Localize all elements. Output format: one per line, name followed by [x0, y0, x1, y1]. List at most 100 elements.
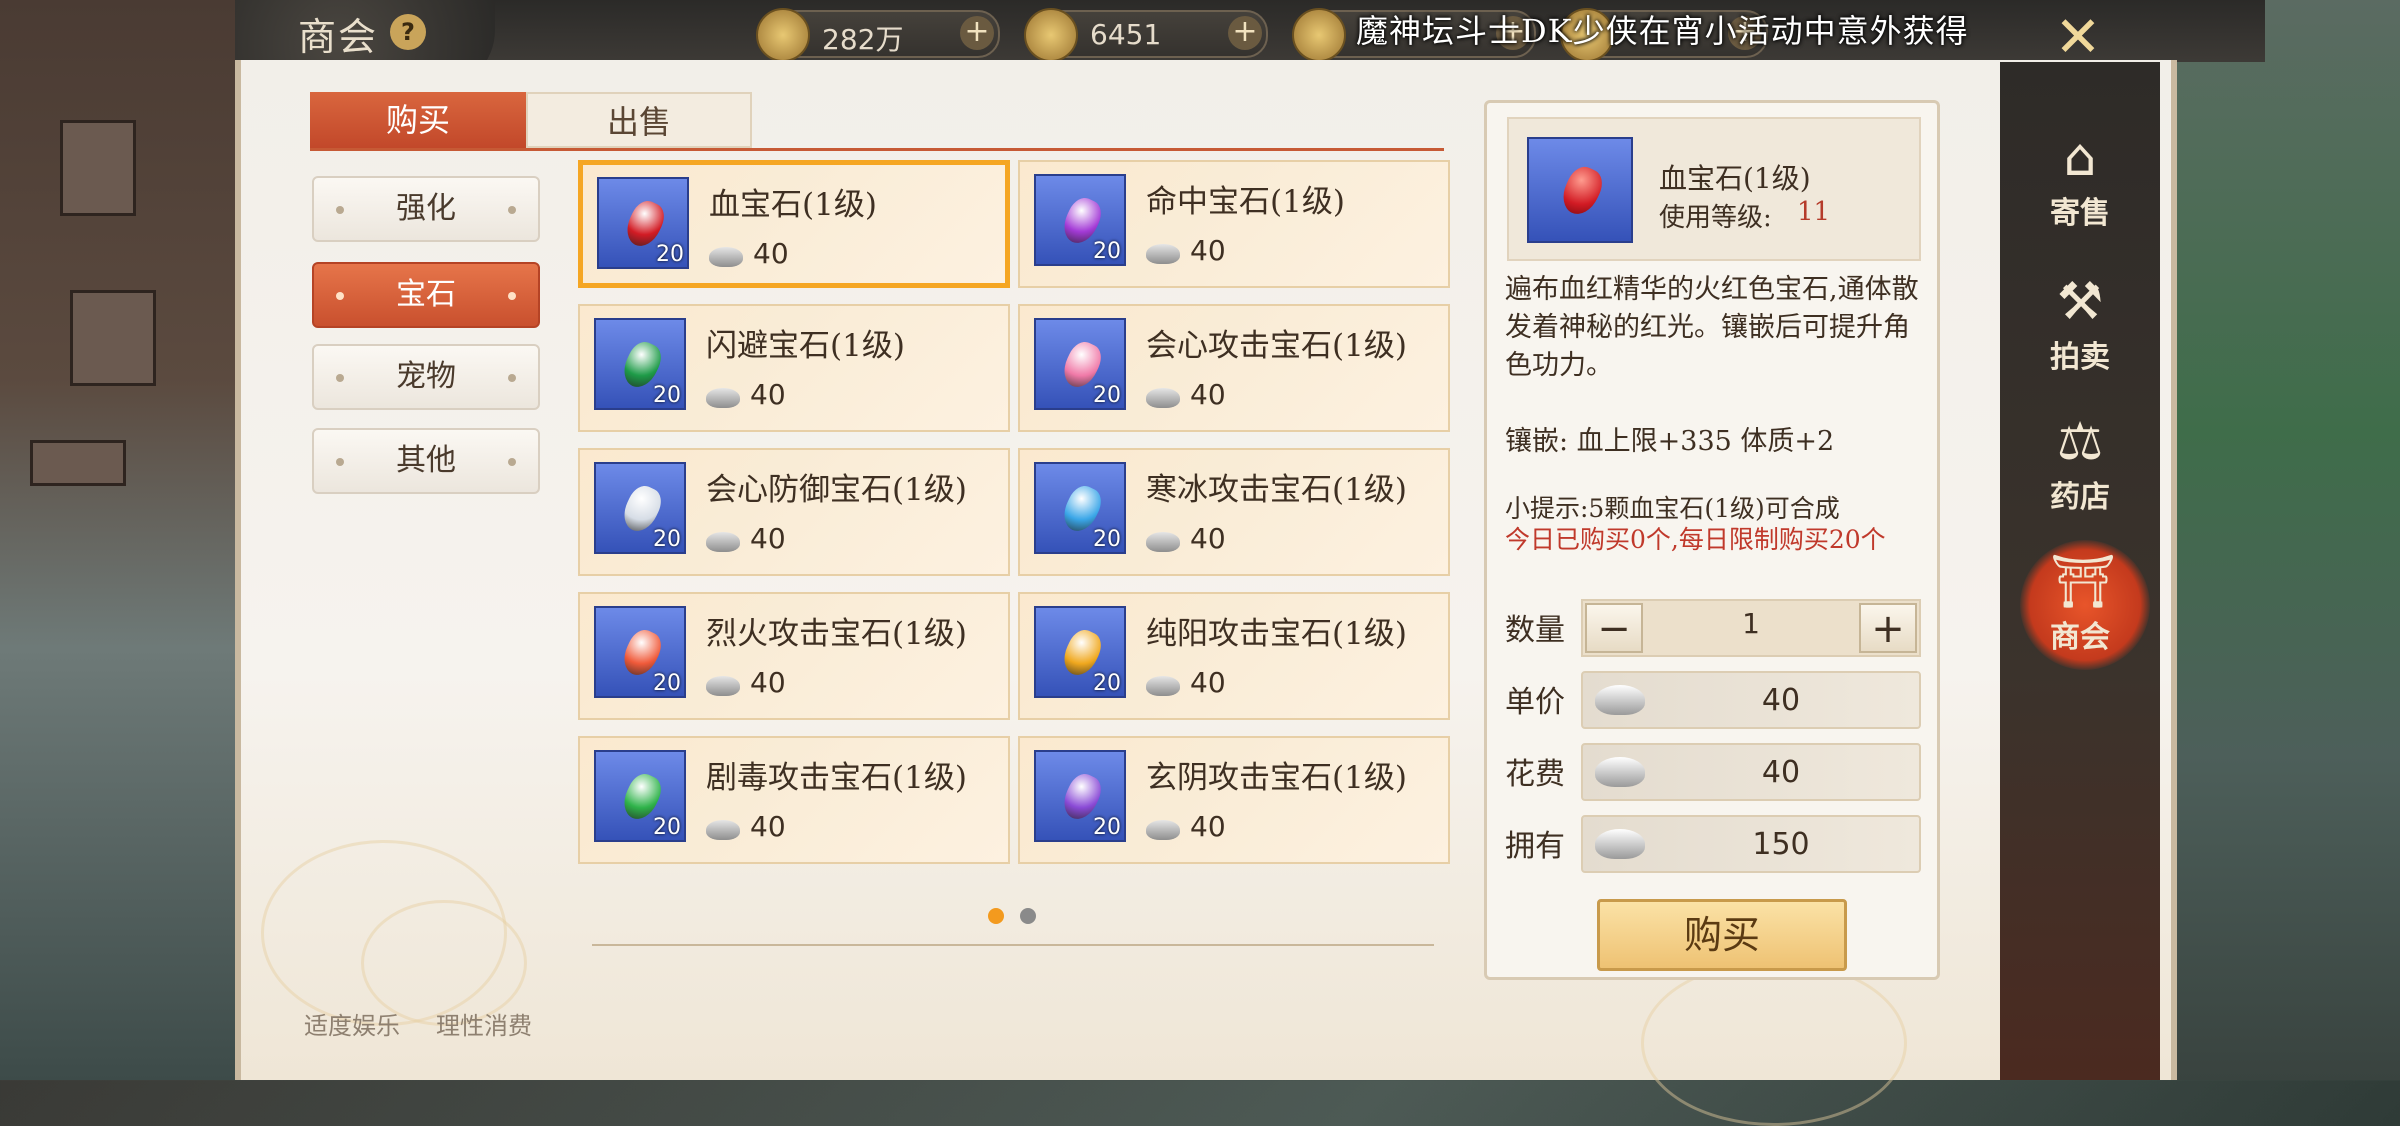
item-price: 40	[753, 237, 789, 270]
gold-coin-icon	[1024, 8, 1078, 62]
unit-price-field: 40	[1581, 671, 1921, 729]
shop-item[interactable]: 20 命中宝石(1级) 40	[1018, 160, 1450, 288]
detail-level-label: 使用等级:	[1659, 203, 1772, 233]
item-name: 会心攻击宝石(1级)	[1146, 328, 1407, 364]
silver-ingot-icon	[706, 676, 740, 696]
item-count: 20	[1093, 383, 1121, 408]
shop-item[interactable]: 20 烈火攻击宝石(1级) 40	[578, 592, 1010, 720]
category-gem[interactable]: 宝石	[312, 262, 540, 328]
item-price: 40	[750, 378, 786, 411]
item-price: 40	[1190, 522, 1226, 555]
broadcast-marquee: 魔神坛斗士DK少侠在宵小活动中意外获得	[1356, 12, 1969, 50]
shop-icon: ⛩	[2050, 552, 2117, 612]
page-dot-1[interactable]	[988, 908, 1004, 924]
shop-item[interactable]: 20 玄阴攻击宝石(1级) 40	[1018, 736, 1450, 864]
item-name: 剧毒攻击宝石(1级)	[706, 760, 967, 796]
cost-label: 花费	[1505, 757, 1565, 792]
gem-icon: 20	[594, 750, 686, 842]
item-price: 40	[750, 522, 786, 555]
category-other[interactable]: 其他	[312, 428, 540, 494]
tab-buy[interactable]: 购买	[310, 92, 526, 148]
nav-pharmacy[interactable]: ⚖ 药店	[2030, 412, 2130, 516]
detail-description: 遍布血红精华的火红色宝石,通体散发着神秘的红光。镶嵌后可提升角色功力。	[1505, 274, 1919, 381]
gem-icon: 20	[1034, 174, 1126, 266]
footer-right: 理性消费	[436, 1012, 532, 1040]
cost-field: 40	[1581, 743, 1921, 801]
gem-icon: 20	[1034, 606, 1126, 698]
gem-icon: 20	[594, 318, 686, 410]
footer-left: 适度娱乐	[304, 1012, 400, 1040]
silver-ingot-icon	[706, 820, 740, 840]
item-price: 40	[750, 810, 786, 843]
currency-copper: 282万 +	[756, 8, 1000, 62]
silver-ingot-icon	[1595, 757, 1645, 787]
silver-ingot-icon	[706, 532, 740, 552]
detail-level-value: 11	[1797, 197, 1831, 227]
add-copper-button[interactable]: +	[960, 16, 994, 50]
currency-gold: 6451 +	[1024, 8, 1268, 62]
pavilion-icon: ⌂	[2063, 128, 2097, 188]
silver-ingot-icon	[1146, 820, 1180, 840]
item-count: 20	[1093, 815, 1121, 840]
item-count: 20	[653, 383, 681, 408]
background-left	[0, 0, 240, 1080]
nav-auction[interactable]: ⚒ 拍卖	[2030, 272, 2130, 376]
scale-icon: ⚖	[2056, 412, 2104, 472]
shop-item[interactable]: 20 会心攻击宝石(1级) 40	[1018, 304, 1450, 432]
nav-chamber[interactable]: ⛩ 商会	[2030, 552, 2130, 656]
tab-divider	[310, 148, 1444, 151]
item-count: 20	[653, 527, 681, 552]
shop-item[interactable]: 20 会心防御宝石(1级) 40	[578, 448, 1010, 576]
item-count: 20	[1093, 239, 1121, 264]
decrease-button[interactable]: −	[1585, 603, 1643, 653]
item-name: 命中宝石(1级)	[1146, 184, 1345, 220]
gem-icon: 20	[594, 606, 686, 698]
quantity-stepper: − 1 +	[1581, 599, 1921, 657]
help-icon[interactable]: ?	[390, 14, 426, 50]
gem-icon: 20	[594, 462, 686, 554]
shop-item[interactable]: 20 闪避宝石(1级) 40	[578, 304, 1010, 432]
page-dot-2[interactable]	[1020, 908, 1036, 924]
tab-sell[interactable]: 出售	[526, 92, 752, 148]
shop-item[interactable]: 20 血宝石(1级) 40	[578, 160, 1010, 288]
quantity-value[interactable]: 1	[1643, 607, 1859, 640]
item-name: 会心防御宝石(1级)	[706, 472, 967, 508]
gem-icon: 20	[1034, 318, 1126, 410]
detail-tip: 小提示:5颗血宝石(1级)可合成	[1505, 494, 1840, 523]
gavel-icon: ⚒	[2056, 272, 2104, 332]
detail-name: 血宝石(1级)	[1659, 162, 1811, 195]
silver-ingot-icon	[1595, 829, 1645, 859]
nav-consign[interactable]: ⌂ 寄售	[2030, 128, 2130, 232]
gem-icon: 20	[597, 177, 689, 269]
silver-ingot-icon	[1146, 532, 1180, 552]
shop-item[interactable]: 20 纯阳攻击宝石(1级) 40	[1018, 592, 1450, 720]
window-title: 商会	[298, 15, 379, 59]
quantity-label: 数量	[1505, 613, 1565, 648]
category-pet[interactable]: 宠物	[312, 344, 540, 410]
category-enhance[interactable]: 强化	[312, 176, 540, 242]
silver-ingot-icon	[709, 247, 743, 267]
gem-icon: 20	[1034, 462, 1126, 554]
copper-coin-icon	[756, 8, 810, 62]
item-name: 玄阴攻击宝石(1级)	[1146, 760, 1407, 796]
item-count: 20	[1093, 671, 1121, 696]
shop-item[interactable]: 20 寒冰攻击宝石(1级) 40	[1018, 448, 1450, 576]
add-gold-button[interactable]: +	[1228, 16, 1262, 50]
increase-button[interactable]: +	[1859, 603, 1917, 653]
gold-ingot-icon	[1292, 8, 1346, 62]
item-price: 40	[1190, 666, 1226, 699]
buy-button[interactable]: 购买	[1597, 899, 1847, 971]
detail-limit: 今日已购买0个,每日限制购买20个	[1505, 525, 1886, 554]
item-price: 40	[750, 666, 786, 699]
item-count: 20	[656, 242, 684, 267]
item-name: 闪避宝石(1级)	[706, 328, 905, 364]
detail-gem-icon	[1527, 137, 1633, 243]
close-icon[interactable]: ✕	[2048, 8, 2108, 68]
item-price: 40	[1190, 810, 1226, 843]
shop-item[interactable]: 20 剧毒攻击宝石(1级) 40	[578, 736, 1010, 864]
item-name: 寒冰攻击宝石(1级)	[1146, 472, 1407, 508]
gem-icon: 20	[1034, 750, 1126, 842]
silver-ingot-icon	[1146, 388, 1180, 408]
silver-ingot-icon	[1146, 244, 1180, 264]
item-count: 20	[1093, 527, 1121, 552]
